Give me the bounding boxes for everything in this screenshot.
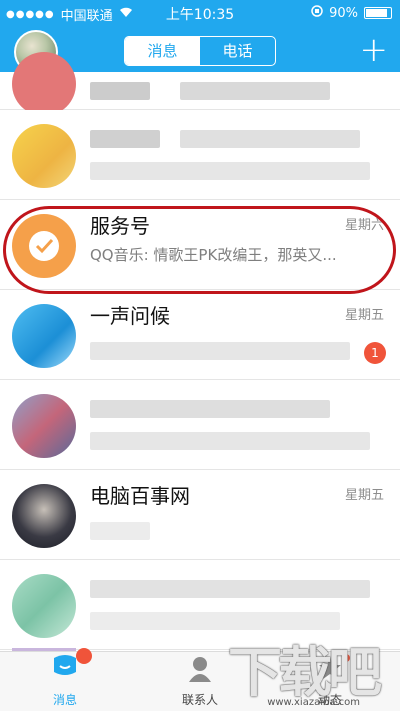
chat-row[interactable]: [0, 52, 400, 116]
chat-row[interactable]: 一声问候 星期五 1: [0, 290, 400, 380]
plus-button[interactable]: +: [360, 30, 389, 70]
tab-label-messages: 消息: [52, 693, 77, 707]
rotation-lock-icon: [311, 5, 323, 21]
avatar: [12, 484, 76, 548]
chat-name: 服务号: [90, 214, 150, 238]
chat-name: 一声问候: [90, 304, 170, 328]
tab-messages[interactable]: 消息: [30, 648, 100, 712]
chat-name: 电脑百事网: [90, 484, 190, 508]
tab-contacts[interactable]: 联系人: [165, 652, 235, 712]
watermark-url: www.xiazaiba.com: [267, 697, 360, 708]
segment-messages[interactable]: 消息: [125, 37, 200, 65]
segment-control: 消息 电话: [124, 36, 276, 66]
chat-preview: QQ音乐: 情歌王PK改编王，那英又...: [90, 246, 337, 264]
tab-label-contacts: 联系人: [181, 693, 218, 707]
battery-percent: 90%: [329, 5, 358, 21]
segment-calls[interactable]: 电话: [200, 37, 275, 65]
chat-row[interactable]: [0, 380, 400, 470]
message-icon: [54, 655, 76, 675]
battery-icon: [364, 7, 392, 19]
chat-row[interactable]: 电脑百事网 星期五: [0, 470, 400, 560]
avatar: [12, 394, 76, 458]
avatar: [12, 124, 76, 188]
avatar: [12, 304, 76, 368]
chat-time: 星期五: [344, 308, 384, 323]
person-icon: [189, 657, 211, 682]
chat-row[interactable]: [0, 110, 400, 200]
watermark-logo: 下载吧: [228, 641, 382, 704]
chat-time: 星期六: [344, 218, 384, 233]
status-right: 90%: [311, 5, 392, 21]
chat-row-service[interactable]: 服务号 星期六 QQ音乐: 情歌王PK改编王，那英又...: [0, 200, 400, 290]
avatar: [12, 52, 76, 116]
messages-badge: [76, 648, 92, 664]
unread-badge: 1: [364, 342, 386, 364]
avatar: [12, 574, 76, 638]
chat-time: 星期五: [344, 488, 384, 503]
service-account-icon: [12, 214, 76, 278]
status-bar: ●●●●● 中国联通 上午10:35 90%: [0, 0, 400, 26]
